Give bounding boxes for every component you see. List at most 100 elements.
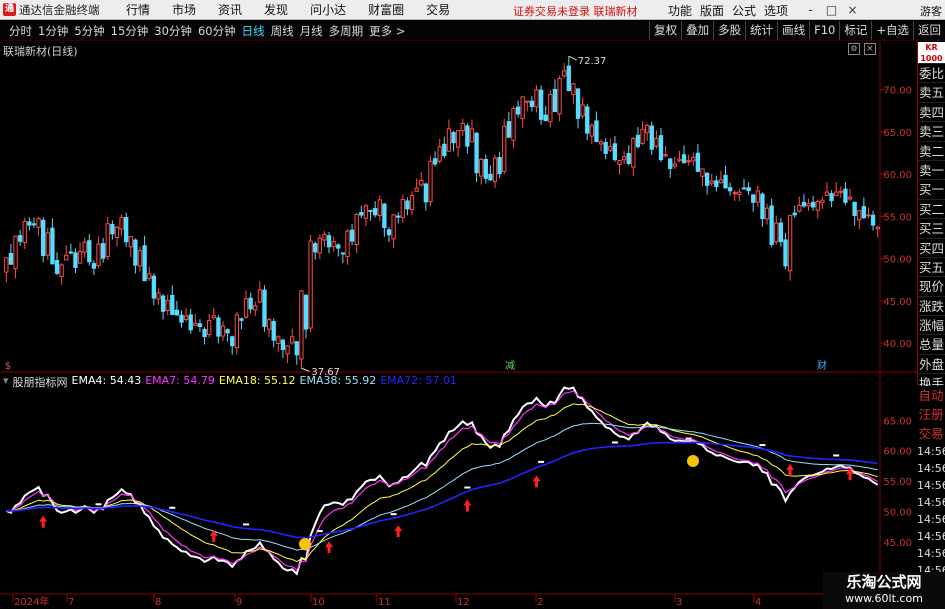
- trade-tab-0[interactable]: 自动: [917, 386, 945, 405]
- menu-item-6[interactable]: 交易: [415, 1, 461, 18]
- menu-item-2[interactable]: 资讯: [207, 1, 253, 18]
- candle-body: [147, 273, 152, 279]
- candle-body: [548, 93, 553, 123]
- right-menu-item-0[interactable]: 功能: [664, 2, 696, 19]
- right-menu-item-3[interactable]: 选项: [760, 2, 792, 19]
- candle-body: [405, 200, 410, 210]
- candle-body: [160, 295, 166, 312]
- candle-body: [700, 168, 705, 177]
- menu-item-4[interactable]: 问小达: [299, 1, 357, 18]
- tool-button-5[interactable]: F10: [809, 21, 839, 40]
- candle-body: [515, 106, 521, 115]
- candle-body: [769, 205, 774, 245]
- candle-body: [170, 294, 175, 315]
- candle-body: [474, 132, 479, 174]
- candle-body: [87, 240, 92, 263]
- tool-button-8[interactable]: 返回: [913, 21, 945, 40]
- period-tab-3[interactable]: 15分钟: [108, 23, 152, 39]
- candle-body: [626, 153, 631, 164]
- candle-body: [207, 320, 212, 336]
- candle-body: [834, 191, 839, 197]
- tool-button-4[interactable]: 画线: [777, 21, 809, 40]
- period-tab-6[interactable]: 日线: [239, 23, 268, 39]
- smiley-icon: [687, 455, 699, 467]
- watermark-title: 乐淘公式网: [846, 573, 922, 591]
- time-label-7: 2: [537, 597, 543, 608]
- candle-body: [354, 213, 359, 246]
- candle-body: [428, 160, 433, 203]
- minimize-icon[interactable]: -: [800, 3, 821, 17]
- candle-body: [718, 179, 724, 184]
- settings-icon[interactable]: ⚙: [848, 43, 860, 55]
- candle-body: [234, 314, 239, 349]
- candle-body: [557, 77, 562, 115]
- tick-time-1: 14:56: [917, 462, 945, 475]
- tool-button-3[interactable]: 统计: [745, 21, 777, 40]
- candle-body: [755, 190, 760, 203]
- candle-body: [331, 241, 336, 248]
- trade-tab-1[interactable]: 汪册: [917, 405, 945, 424]
- period-tab-4[interactable]: 30分钟: [151, 23, 195, 39]
- indicator-value-0: EMA4: 54.43: [71, 374, 142, 387]
- chart-area[interactable]: 40.00 45.00 50.00 55.00 60.00 65.00 70.00 45.00…: [0, 42, 945, 609]
- maximize-icon[interactable]: □: [821, 3, 842, 17]
- indicator-collapse-icon[interactable]: ▾: [3, 374, 9, 390]
- main-menu: 行情 市场 资讯 发现 问小达 财富圈 交易: [115, 1, 461, 18]
- tool-button-7[interactable]: +自选: [871, 21, 913, 40]
- trade-tab-2[interactable]: 交易: [917, 424, 945, 443]
- candle-body: [13, 235, 18, 270]
- tool-button-2[interactable]: 多股: [713, 21, 745, 40]
- login-notice[interactable]: 证券交易未登录 联瑞新材: [513, 3, 638, 19]
- candle-body: [580, 104, 585, 117]
- close-window-icon[interactable]: ×: [842, 3, 863, 17]
- candle-body: [82, 241, 87, 253]
- quote-side-panel: KR 1000 委比 卖五 卖四 卖三 卖二 卖一 买一 买二 买三 买四 买五 现价 涨跌 涨幅 总量 外盘换…: [917, 42, 945, 433]
- candle-body: [723, 174, 728, 189]
- app-title: 通达信金融终端: [19, 2, 100, 17]
- right-menu-item-1[interactable]: 版面: [696, 2, 728, 19]
- candle-body: [340, 252, 346, 255]
- right-menu-item-2[interactable]: 公式: [728, 2, 760, 19]
- high-marker: 72.37: [578, 56, 607, 67]
- candle-body: [525, 100, 530, 103]
- candle-body: [534, 89, 539, 108]
- candle-body: [230, 336, 235, 347]
- period-tab-8[interactable]: 月线: [297, 23, 326, 39]
- candle-body: [17, 235, 23, 242]
- period-tab-5[interactable]: 60分钟: [195, 23, 239, 39]
- menu-item-1[interactable]: 市场: [161, 1, 207, 18]
- period-tab-9[interactable]: 多周期: [326, 23, 367, 39]
- quote-field-10: 买五: [918, 258, 945, 278]
- candle-body: [640, 129, 645, 144]
- menu-item-3[interactable]: 发现: [253, 1, 299, 18]
- candle-body: [271, 321, 276, 341]
- ema-dot: [316, 530, 323, 533]
- candle-body: [313, 243, 318, 253]
- candle-body: [303, 294, 309, 330]
- period-tab-1[interactable]: 1分钟: [35, 23, 71, 39]
- stock-badge: KR 1000: [918, 42, 945, 64]
- period-tab-2[interactable]: 5分钟: [71, 23, 107, 39]
- tool-button-1[interactable]: 叠加: [681, 21, 713, 40]
- tool-button-6[interactable]: 标记: [839, 21, 871, 40]
- period-tab-7[interactable]: 周线: [268, 23, 297, 39]
- tick-time-4: 14:56: [917, 513, 945, 526]
- menu-item-5[interactable]: 财富圈: [357, 1, 415, 18]
- candle-body: [801, 201, 807, 207]
- guest-button[interactable]: 游客: [920, 3, 942, 19]
- candle-body: [294, 341, 299, 356]
- ema-dot: [538, 460, 545, 463]
- quote-field-15: 外盘: [918, 355, 945, 375]
- event-tag-1: 减: [505, 360, 515, 372]
- candle-body: [861, 206, 867, 219]
- time-label-8: 3: [676, 597, 682, 608]
- period-tab-10[interactable]: 更多 >: [366, 23, 408, 39]
- tool-button-0[interactable]: 复权: [649, 21, 681, 40]
- quote-field-7: 买二: [918, 200, 945, 220]
- high-marker-line: [568, 55, 578, 61]
- close-icon[interactable]: ×: [864, 43, 876, 55]
- period-tab-0[interactable]: 分时: [6, 23, 35, 39]
- menu-item-0[interactable]: 行情: [115, 1, 161, 18]
- candle-body: [645, 124, 650, 134]
- price-tick-label: 70.00: [883, 86, 912, 97]
